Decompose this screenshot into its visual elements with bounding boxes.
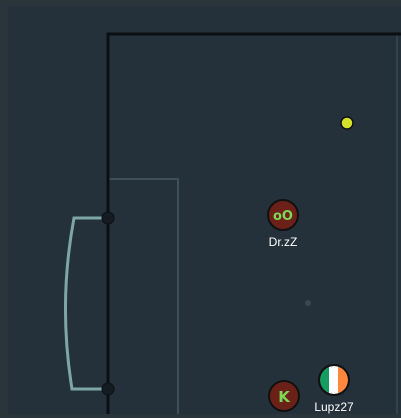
goal-net: [64, 216, 108, 391]
penalty-area-line: [108, 178, 179, 414]
boundary-line: [106, 32, 401, 414]
player-name-label: Lupz27: [314, 400, 354, 414]
goal-post-bottom: [101, 382, 115, 396]
pitch-spot: [305, 300, 311, 306]
ireland-flag-icon: [320, 366, 348, 394]
goal-post-top: [101, 211, 115, 225]
player-avatar-lupz27: [318, 364, 350, 396]
ball-icon: [340, 116, 354, 130]
avatar-text: K: [278, 388, 291, 406]
player-name-label: Dr.zZ: [268, 235, 298, 249]
player-avatar-k: K: [268, 380, 300, 412]
pitch-canvas: oO K: [64, 32, 401, 414]
player-avatar-drzz: oO: [267, 199, 299, 231]
avatar-text: oO: [273, 209, 293, 224]
